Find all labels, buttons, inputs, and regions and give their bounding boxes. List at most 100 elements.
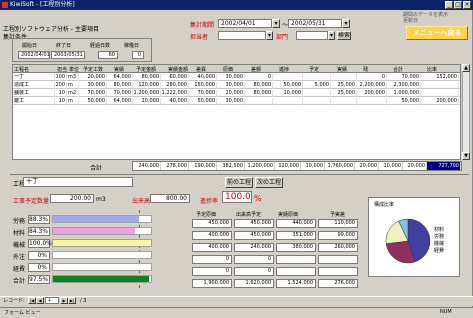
panel-header-days: 経過日数 xyxy=(90,43,111,49)
panel-work-field: 0 xyxy=(132,51,144,59)
grid-scrollbar[interactable] xyxy=(462,64,470,160)
total-cell: 1,200,000 xyxy=(245,162,275,170)
cell: m3 xyxy=(67,74,79,81)
calendar-to-button[interactable]: ▾ xyxy=(342,19,350,28)
progress-label: 進捗率 xyxy=(200,198,219,205)
col-header: 残 xyxy=(363,67,369,73)
cell: 0 xyxy=(357,74,387,81)
last-record-button[interactable]: ▶| xyxy=(68,297,76,304)
bar-track xyxy=(52,239,152,247)
period-to-field[interactable]: 2002/05/31 xyxy=(288,19,342,28)
bar-percent: 88.3% xyxy=(28,215,50,224)
panel-start-field: 2002/04/01 xyxy=(18,51,50,59)
summary-cell: 400,000 xyxy=(192,231,232,240)
cell: 30,000 xyxy=(217,74,245,81)
view-mode: フォーム ビュー xyxy=(4,310,41,316)
group-select[interactable] xyxy=(296,31,328,40)
cell: 80,000 xyxy=(133,74,161,81)
prev-record-button[interactable]: ◀ xyxy=(36,297,44,304)
cell xyxy=(303,74,331,81)
maximize-button[interactable]: □ xyxy=(454,1,462,9)
menu-return-button[interactable]: メニューへ戻る xyxy=(406,26,468,40)
process-name-field[interactable]: 十丁 xyxy=(23,177,133,187)
section-divider xyxy=(10,174,469,175)
period-from-field[interactable]: 2002/04/01 xyxy=(218,19,272,28)
next-process-button[interactable]: 次の工程 xyxy=(255,177,283,188)
cell: 2,300,000 xyxy=(387,82,421,89)
total-cell: 278,000 xyxy=(161,162,189,170)
group-dropdown-button[interactable]: ▾ xyxy=(328,31,335,40)
record-number-field[interactable]: 1 xyxy=(45,297,59,304)
col-header: 差額 xyxy=(251,67,262,73)
cell: 20,000 xyxy=(133,98,161,105)
col-header: 合計 xyxy=(393,67,404,73)
cell-name: 一丁 xyxy=(13,74,55,81)
cell: 25,000 xyxy=(331,82,357,89)
total-cell: 240,000 xyxy=(133,162,161,170)
mode-select[interactable] xyxy=(218,31,266,40)
summary-header: 予実差 xyxy=(330,212,346,218)
quantity-field[interactable]: 200.00 xyxy=(50,194,94,203)
num-indicator: NUM xyxy=(440,309,452,315)
cell-name: 舗装工 xyxy=(13,90,55,97)
total-cell: 10,000 xyxy=(301,162,325,170)
col-header: 担当 xyxy=(57,67,68,73)
mode-dropdown-button[interactable]: ▾ xyxy=(266,31,273,40)
summary-cell xyxy=(276,255,316,264)
bar-fill xyxy=(53,228,136,234)
bar-percent: 84.3% xyxy=(28,227,50,236)
table-row[interactable]: 雑工 10 m 50,000 64,000 20,000 40,000 50,0… xyxy=(13,98,460,105)
quantity-label: 工事予定数量 xyxy=(13,198,50,205)
cell: 40,000 xyxy=(161,98,189,105)
quantity-unit: m3 xyxy=(96,196,106,203)
cell: 152,000 xyxy=(421,74,459,81)
cell: 200,000 xyxy=(421,98,459,105)
summary-cell: 440,000 xyxy=(276,219,316,228)
table-row[interactable]: 舗装工 10 m2 70,000 70,000 1,200,000 1,222,… xyxy=(13,90,460,97)
cell xyxy=(303,90,331,97)
cell: 20,000 xyxy=(217,90,245,97)
cell xyxy=(421,82,459,89)
bar-track xyxy=(52,215,152,223)
col-header: 比率 xyxy=(427,67,438,73)
summary-header: 予定原価 xyxy=(196,212,217,218)
bar-label: 機械 xyxy=(13,242,26,249)
col-header: 実績 xyxy=(337,67,348,73)
scroll-down-button[interactable]: ▼ xyxy=(462,152,470,160)
prev-process-button[interactable]: 前の工程 xyxy=(225,177,253,188)
cell: m2 xyxy=(67,90,79,97)
close-button[interactable]: × xyxy=(463,1,471,9)
summary-cell: 0 xyxy=(234,255,274,264)
minimize-button[interactable]: _ xyxy=(445,1,453,9)
total-cell: 1,760,000 xyxy=(325,162,355,170)
summary-cell xyxy=(318,267,358,276)
rate-field[interactable]: 800.00 xyxy=(150,194,190,203)
search-button[interactable]: 検索 xyxy=(337,31,351,40)
cell: 30,000 xyxy=(217,82,245,89)
bar-percent: 0% xyxy=(28,251,50,260)
calendar-from-button[interactable]: ▾ xyxy=(272,19,280,28)
update-text: 更新日 xyxy=(403,18,419,24)
record-total: / 3 xyxy=(80,298,87,304)
totals-row: 240,000 278,000 190,000 382,500 1,200,00… xyxy=(132,161,462,171)
record-label: レコード: xyxy=(3,298,25,304)
bar-track xyxy=(52,227,152,235)
col-header: 予定 xyxy=(309,67,320,73)
bar-label: 労務 xyxy=(13,218,26,225)
bar-fill xyxy=(53,240,151,246)
status-bar xyxy=(0,307,473,318)
cell-name: 雑工 xyxy=(13,98,55,105)
next-record-button[interactable]: ▶ xyxy=(60,297,68,304)
scroll-up-button[interactable]: ▲ xyxy=(462,64,470,72)
col-header: 工程名 xyxy=(14,67,30,73)
table-row[interactable]: 一丁 100 m3 20,000 64,000 80,000 60,000 40… xyxy=(13,74,460,81)
summary-cell: 0 xyxy=(192,255,232,264)
summary-cell: 260,000 xyxy=(318,243,358,252)
bar-label: 経費 xyxy=(13,266,26,273)
total-cell: 382,500 xyxy=(217,162,245,170)
cell: 60,000 xyxy=(161,74,189,81)
first-record-button[interactable]: |◀ xyxy=(28,297,36,304)
table-row[interactable]: 造成工 200 m 30,000 80,000 120,000 280,000 … xyxy=(13,82,460,89)
summary-cell xyxy=(318,255,358,264)
cell: 1,200,000 xyxy=(133,90,161,97)
